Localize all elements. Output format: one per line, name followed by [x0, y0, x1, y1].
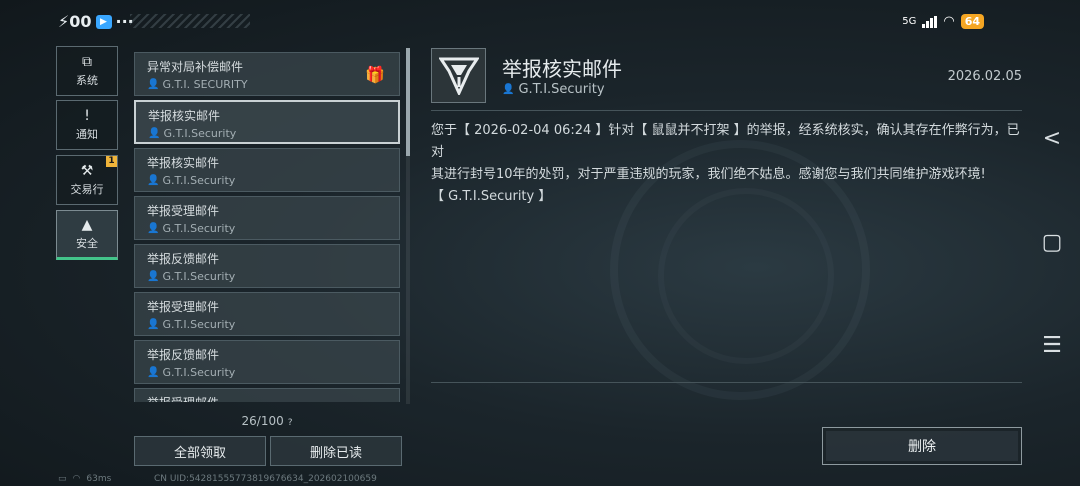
mail-sender: G.T.I.Security [162, 222, 236, 235]
mail-item[interactable]: 举报受理邮件 👤 G.T.I.Security [134, 292, 400, 336]
unread-badge: 1 [106, 156, 117, 167]
video-app-icon: ▶ [95, 14, 112, 29]
person-icon: 👤 [147, 79, 160, 90]
carrier-text: ⚡00 [58, 12, 92, 31]
gavel-icon: ⚒ [80, 162, 94, 179]
mail-sender: G.T.I.Security [162, 174, 236, 187]
mail-list[interactable]: 异常对局补偿邮件 👤 G.T.I. SECURITY 🎁 举报核实邮件 👤 G.T.… [134, 52, 400, 402]
warning-icon: ▲ [81, 216, 93, 233]
mail-detail-date: 2026.02.05 [947, 69, 1022, 84]
home-icon[interactable]: ▢ [1040, 230, 1064, 255]
divider-bottom [431, 382, 1022, 383]
mail-title: 举报受理邮件 [147, 300, 220, 314]
gti-logo-icon [438, 57, 479, 95]
category-label: 安全 [76, 236, 98, 250]
mail-sender: G.T.I. SECURITY [162, 78, 248, 91]
mail-item-selected[interactable]: 举报核实邮件 👤 G.T.I.Security [134, 100, 400, 144]
mail-sender: G.T.I.Security [163, 127, 237, 140]
mail-sender: G.T.I.Security [162, 366, 236, 379]
gift-icon: 🎁 [365, 65, 385, 84]
body-line: 【 G.T.I.Security 】 [431, 189, 552, 204]
notice-icon: ! [84, 107, 90, 124]
person-icon: 👤 [147, 175, 160, 186]
battery-small-icon: ▭ [58, 474, 67, 484]
category-security[interactable]: ▲ 安全 [56, 210, 118, 260]
wifi-small-icon: ◠ [72, 474, 81, 484]
mail-sender: G.T.I.Security [162, 270, 236, 283]
person-icon: 👤 [502, 84, 515, 95]
mail-item[interactable]: 举报核实邮件 👤 G.T.I.Security [134, 148, 400, 192]
mail-title: 举报核实邮件 [148, 109, 221, 123]
monitor-icon: ⧉ [82, 53, 92, 70]
status-left: ⚡00 ▶ ··· [58, 12, 134, 31]
mail-title: 举报反馈邮件 [147, 348, 220, 362]
help-icon[interactable]: ? [288, 418, 293, 428]
delete-read-button[interactable]: 删除已读 [270, 436, 402, 466]
category-label: 系统 [76, 73, 98, 87]
status-right: 5G ◠ 64 [902, 14, 984, 29]
back-icon[interactable]: < [1040, 126, 1064, 151]
mail-sender: G.T.I.Security [162, 318, 236, 331]
person-icon: 👤 [147, 271, 160, 282]
divider-top [431, 110, 1022, 111]
mail-title: 举报受理邮件 [147, 394, 387, 402]
gti-logo [431, 48, 486, 103]
mail-item[interactable]: 异常对局补偿邮件 👤 G.T.I. SECURITY 🎁 [134, 52, 400, 96]
sender-name: G.T.I.Security [518, 82, 605, 97]
decorative-stripes [130, 14, 250, 28]
mail-count-text: 26/100 [241, 414, 284, 428]
list-scrollbar-thumb[interactable] [406, 48, 410, 156]
mail-count: 26/100? [134, 414, 400, 428]
person-icon: 👤 [147, 223, 160, 234]
mail-detail-title: 举报核实邮件 [502, 57, 622, 81]
mail-title: 异常对局补偿邮件 [147, 60, 244, 74]
person-icon: 👤 [147, 319, 160, 330]
mail-title: 举报反馈邮件 [147, 252, 220, 266]
menu-icon[interactable]: ☰ [1040, 333, 1064, 358]
person-icon: 👤 [148, 128, 161, 139]
mail-detail-body: 您于【 2026-02-04 06:24 】针对【 鼠鼠并不打架 】的举报，经系… [431, 120, 1023, 208]
mail-detail-sender: 👤 G.T.I.Security [502, 82, 605, 97]
delete-button[interactable]: 删除 [822, 427, 1022, 465]
category-label: 交易行 [70, 182, 104, 196]
claim-all-button[interactable]: 全部领取 [134, 436, 266, 466]
signal-icon [922, 15, 938, 28]
ping-text: 63ms [86, 474, 112, 484]
wifi-icon: ◠ [943, 14, 955, 29]
body-line: 其进行封号10年的处罚，对于严重违规的玩家，我们绝不姑息。感谢您与我们共同维护游… [431, 167, 986, 182]
mail-item[interactable]: 举报反馈邮件 👤 G.T.I.Security [134, 244, 400, 288]
mail-item[interactable]: 举报受理邮件 [134, 388, 400, 402]
person-icon: 👤 [147, 367, 160, 378]
battery-level: 64 [960, 14, 984, 29]
category-system[interactable]: ⧉ 系统 [56, 46, 118, 96]
mail-item[interactable]: 举报反馈邮件 👤 G.T.I.Security [134, 340, 400, 384]
ping-indicator: ▭ ◠ 63ms [58, 474, 111, 484]
category-notice[interactable]: ! 通知 [56, 100, 118, 150]
category-label: 通知 [76, 127, 98, 141]
user-uid: CN UID:5428155577381967663​4_20260210065… [154, 474, 377, 484]
network-type: 5G [902, 16, 917, 27]
mail-title: 举报受理邮件 [147, 204, 220, 218]
body-line: 您于【 2026-02-04 06:24 】针对【 鼠鼠并不打架 】的举报，经系… [431, 123, 1020, 160]
mail-title: 举报核实邮件 [147, 156, 220, 170]
mail-item[interactable]: 举报受理邮件 👤 G.T.I.Security [134, 196, 400, 240]
category-trade[interactable]: 1 ⚒ 交易行 [56, 155, 118, 205]
